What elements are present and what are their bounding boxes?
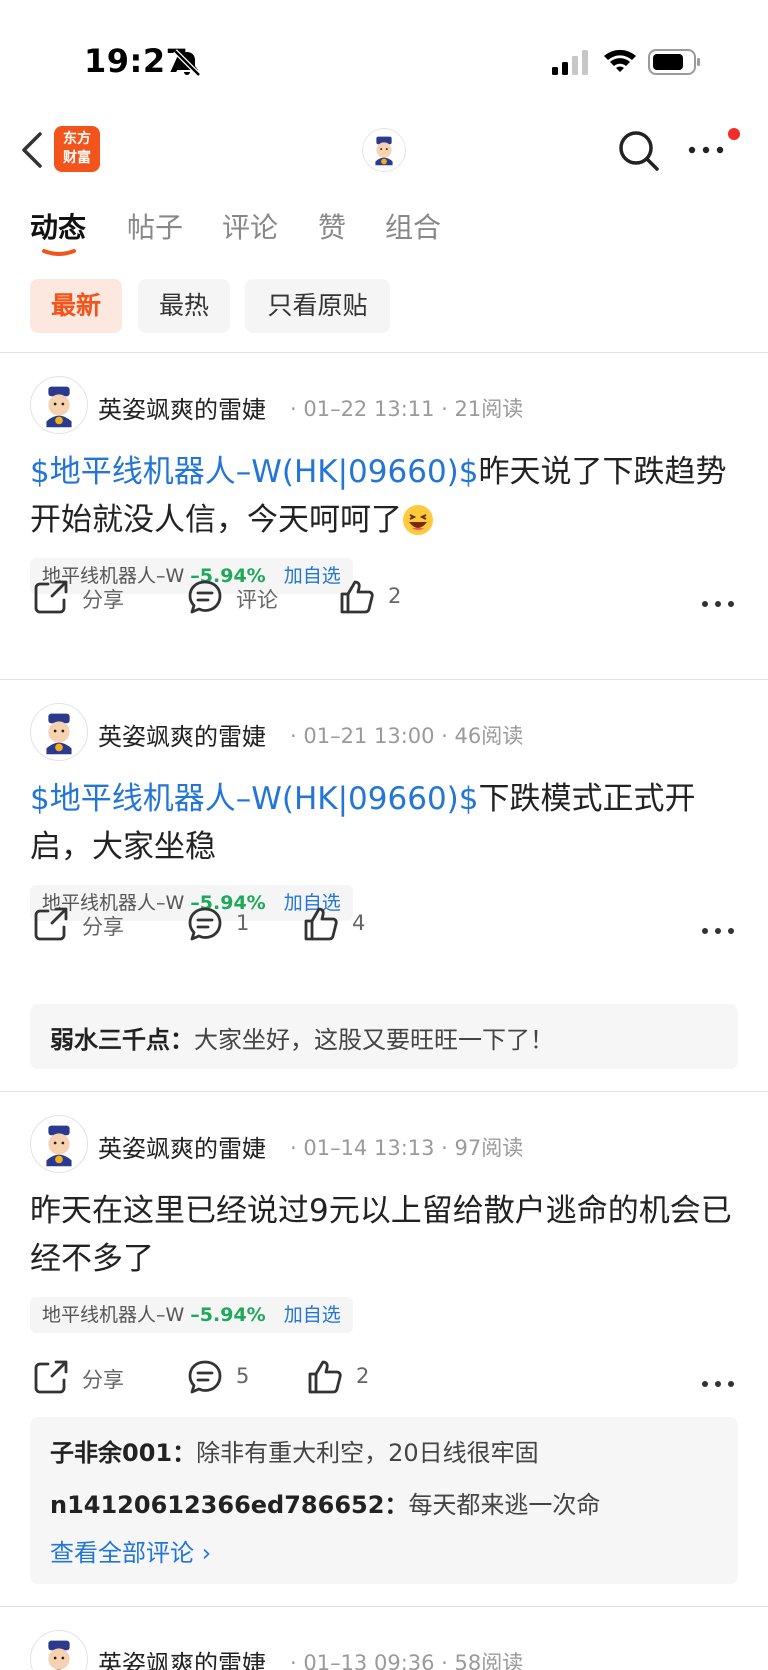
comment-user[interactable]: 弱水三千点：	[50, 1026, 194, 1054]
avatar-cartoon-icon	[46, 386, 72, 428]
author-name[interactable]: 英姿飒爽的雷婕	[98, 717, 266, 752]
author-name[interactable]: 英姿飒爽的雷婕	[98, 1129, 266, 1164]
author-avatar[interactable]	[30, 1115, 88, 1173]
tab-portfolio[interactable]: 组合	[385, 206, 441, 246]
like-button[interactable]: 4	[302, 905, 382, 945]
thumbs-up-icon	[304, 907, 338, 941]
comment-button[interactable]: 1	[186, 905, 266, 945]
comment-text: 每天都来逃一次命	[408, 1491, 601, 1519]
comment-text: 大家坐好，这股又要旺旺一下了！	[194, 1026, 554, 1054]
filter-hottest[interactable]: 最热	[138, 279, 230, 333]
filter-original-only[interactable]: 只看原贴	[245, 279, 390, 333]
bell-off-icon	[173, 49, 201, 77]
avatar-cartoon-icon	[375, 136, 393, 166]
share-button[interactable]: 分享	[32, 905, 142, 945]
post-card[interactable]: 英姿飒爽的雷婕 · 01–22 13:11 · 21阅读 $地平线机器人–W(H…	[0, 352, 768, 679]
comment-label: 评论	[236, 588, 278, 612]
thumbs-up-icon	[340, 580, 374, 614]
avatar-cartoon-icon	[48, 1640, 70, 1670]
author-avatar[interactable]	[30, 1630, 88, 1670]
post-more-icon[interactable]	[700, 1378, 736, 1390]
comment-count: 1	[236, 911, 250, 935]
tab-likes[interactable]: 赞	[318, 206, 346, 246]
post-more-icon[interactable]	[700, 925, 736, 937]
post-more-icon[interactable]	[700, 598, 736, 610]
tab-comments[interactable]: 评论	[222, 206, 278, 246]
author-name[interactable]: 英姿飒爽的雷婕	[98, 390, 266, 425]
comment-preview[interactable]: 子非余001：除非有重大利空，20日线很牢固 n14120612366ed786…	[30, 1417, 738, 1584]
comment-user[interactable]: 子非余001：	[50, 1439, 196, 1467]
chip-change: –5.94%	[190, 1304, 266, 1326]
share-label: 分享	[82, 1368, 124, 1392]
view-all-comments-link[interactable]: 查看全部评论 ›	[50, 1533, 211, 1568]
share-icon	[34, 907, 68, 941]
post-content[interactable]: $地平线机器人–W(HK|09660)$昨天说了下跌趋势开始就没人信，今天呵呵了	[30, 448, 740, 544]
like-count: 2	[356, 1364, 370, 1388]
post-content[interactable]: $地平线机器人–W(HK|09660)$下跌模式正式开启，大家坐稳	[30, 775, 740, 871]
like-button[interactable]: 2	[338, 578, 418, 618]
share-label: 分享	[82, 588, 124, 612]
post-meta: · 01–22 13:11 · 21阅读	[290, 397, 524, 421]
tab-activity[interactable]: 动态	[30, 206, 86, 246]
stock-link[interactable]: $地平线机器人–W(HK|09660)$	[30, 454, 479, 490]
comment-user[interactable]: n14120612366ed786652：	[50, 1491, 408, 1519]
more-icon[interactable]	[686, 136, 726, 164]
comment-item[interactable]: 子非余001：除非有重大利空，20日线很牢固	[50, 1433, 539, 1468]
comment-item[interactable]: 弱水三千点：大家坐好，这股又要旺旺一下了！	[50, 1020, 554, 1055]
post-meta: · 01–13 09:36 · 58阅读	[290, 1651, 524, 1670]
app-logo[interactable]: 东方 财富	[54, 126, 100, 172]
post-card[interactable]: 英姿飒爽的雷婕 · 01–13 09:36 · 58阅读	[0, 1606, 768, 1670]
notification-dot	[728, 128, 740, 140]
share-icon	[34, 580, 68, 614]
search-icon[interactable]	[616, 128, 660, 172]
share-label: 分享	[82, 915, 124, 939]
comment-icon	[188, 580, 222, 614]
comment-text: 除非有重大利空，20日线很牢固	[196, 1439, 539, 1467]
avatar-cartoon-icon	[46, 713, 72, 755]
share-icon	[34, 1360, 68, 1394]
post-meta: · 01–21 13:00 · 46阅读	[290, 724, 524, 748]
comment-count: 5	[236, 1364, 250, 1388]
comment-item[interactable]: n14120612366ed786652：每天都来逃一次命	[50, 1485, 600, 1520]
avatar-cartoon-icon	[46, 1125, 72, 1167]
chip-stock-name: 地平线机器人–W	[42, 1304, 185, 1326]
post-text: 昨天在这里已经说过9元以上留给散户逃命的机会已经不多了	[30, 1193, 732, 1277]
tab-indicator	[42, 249, 76, 256]
thumbs-up-icon	[308, 1360, 342, 1394]
share-button[interactable]: 分享	[32, 578, 142, 618]
post-card[interactable]: 英姿飒爽的雷婕 · 01–14 13:13 · 97阅读 昨天在这里已经说过9元…	[0, 1091, 768, 1606]
comment-icon	[188, 907, 222, 941]
wifi-icon	[604, 49, 636, 72]
logo-text-line1: 东方	[63, 131, 91, 147]
status-bar: 19:27	[0, 0, 768, 120]
stock-link[interactable]: $地平线机器人–W(HK|09660)$	[30, 781, 479, 817]
add-watchlist-button[interactable]: 加自选	[284, 1304, 341, 1326]
stock-chip[interactable]: 地平线机器人–W –5.94% 加自选	[30, 1297, 353, 1333]
share-button[interactable]: 分享	[32, 1358, 142, 1398]
tab-posts[interactable]: 帖子	[127, 206, 183, 246]
logo-text-line2: 财富	[63, 150, 91, 166]
author-name[interactable]: 英姿飒爽的雷婕	[98, 1644, 266, 1670]
comment-button[interactable]: 评论	[186, 578, 296, 618]
author-avatar[interactable]	[30, 703, 88, 761]
like-button[interactable]: 2	[306, 1358, 386, 1398]
comment-icon	[188, 1360, 222, 1394]
post-meta: · 01–14 13:13 · 97阅读	[290, 1136, 524, 1160]
author-avatar[interactable]	[30, 376, 88, 434]
back-icon[interactable]	[18, 128, 48, 172]
signal-icon	[552, 50, 588, 75]
filter-latest[interactable]: 最新	[30, 279, 122, 333]
laughing-emoji-icon	[403, 505, 433, 535]
post-card[interactable]: 英姿飒爽的雷婕 · 01–21 13:00 · 46阅读 $地平线机器人–W(H…	[0, 679, 768, 1091]
battery-icon	[648, 49, 700, 75]
avatar[interactable]	[362, 128, 406, 172]
like-count: 4	[352, 911, 366, 935]
comment-button[interactable]: 5	[186, 1358, 266, 1398]
comment-preview[interactable]: 弱水三千点：大家坐好，这股又要旺旺一下了！	[30, 1004, 738, 1069]
like-count: 2	[388, 584, 402, 608]
post-content[interactable]: 昨天在这里已经说过9元以上留给散户逃命的机会已经不多了	[30, 1187, 740, 1283]
